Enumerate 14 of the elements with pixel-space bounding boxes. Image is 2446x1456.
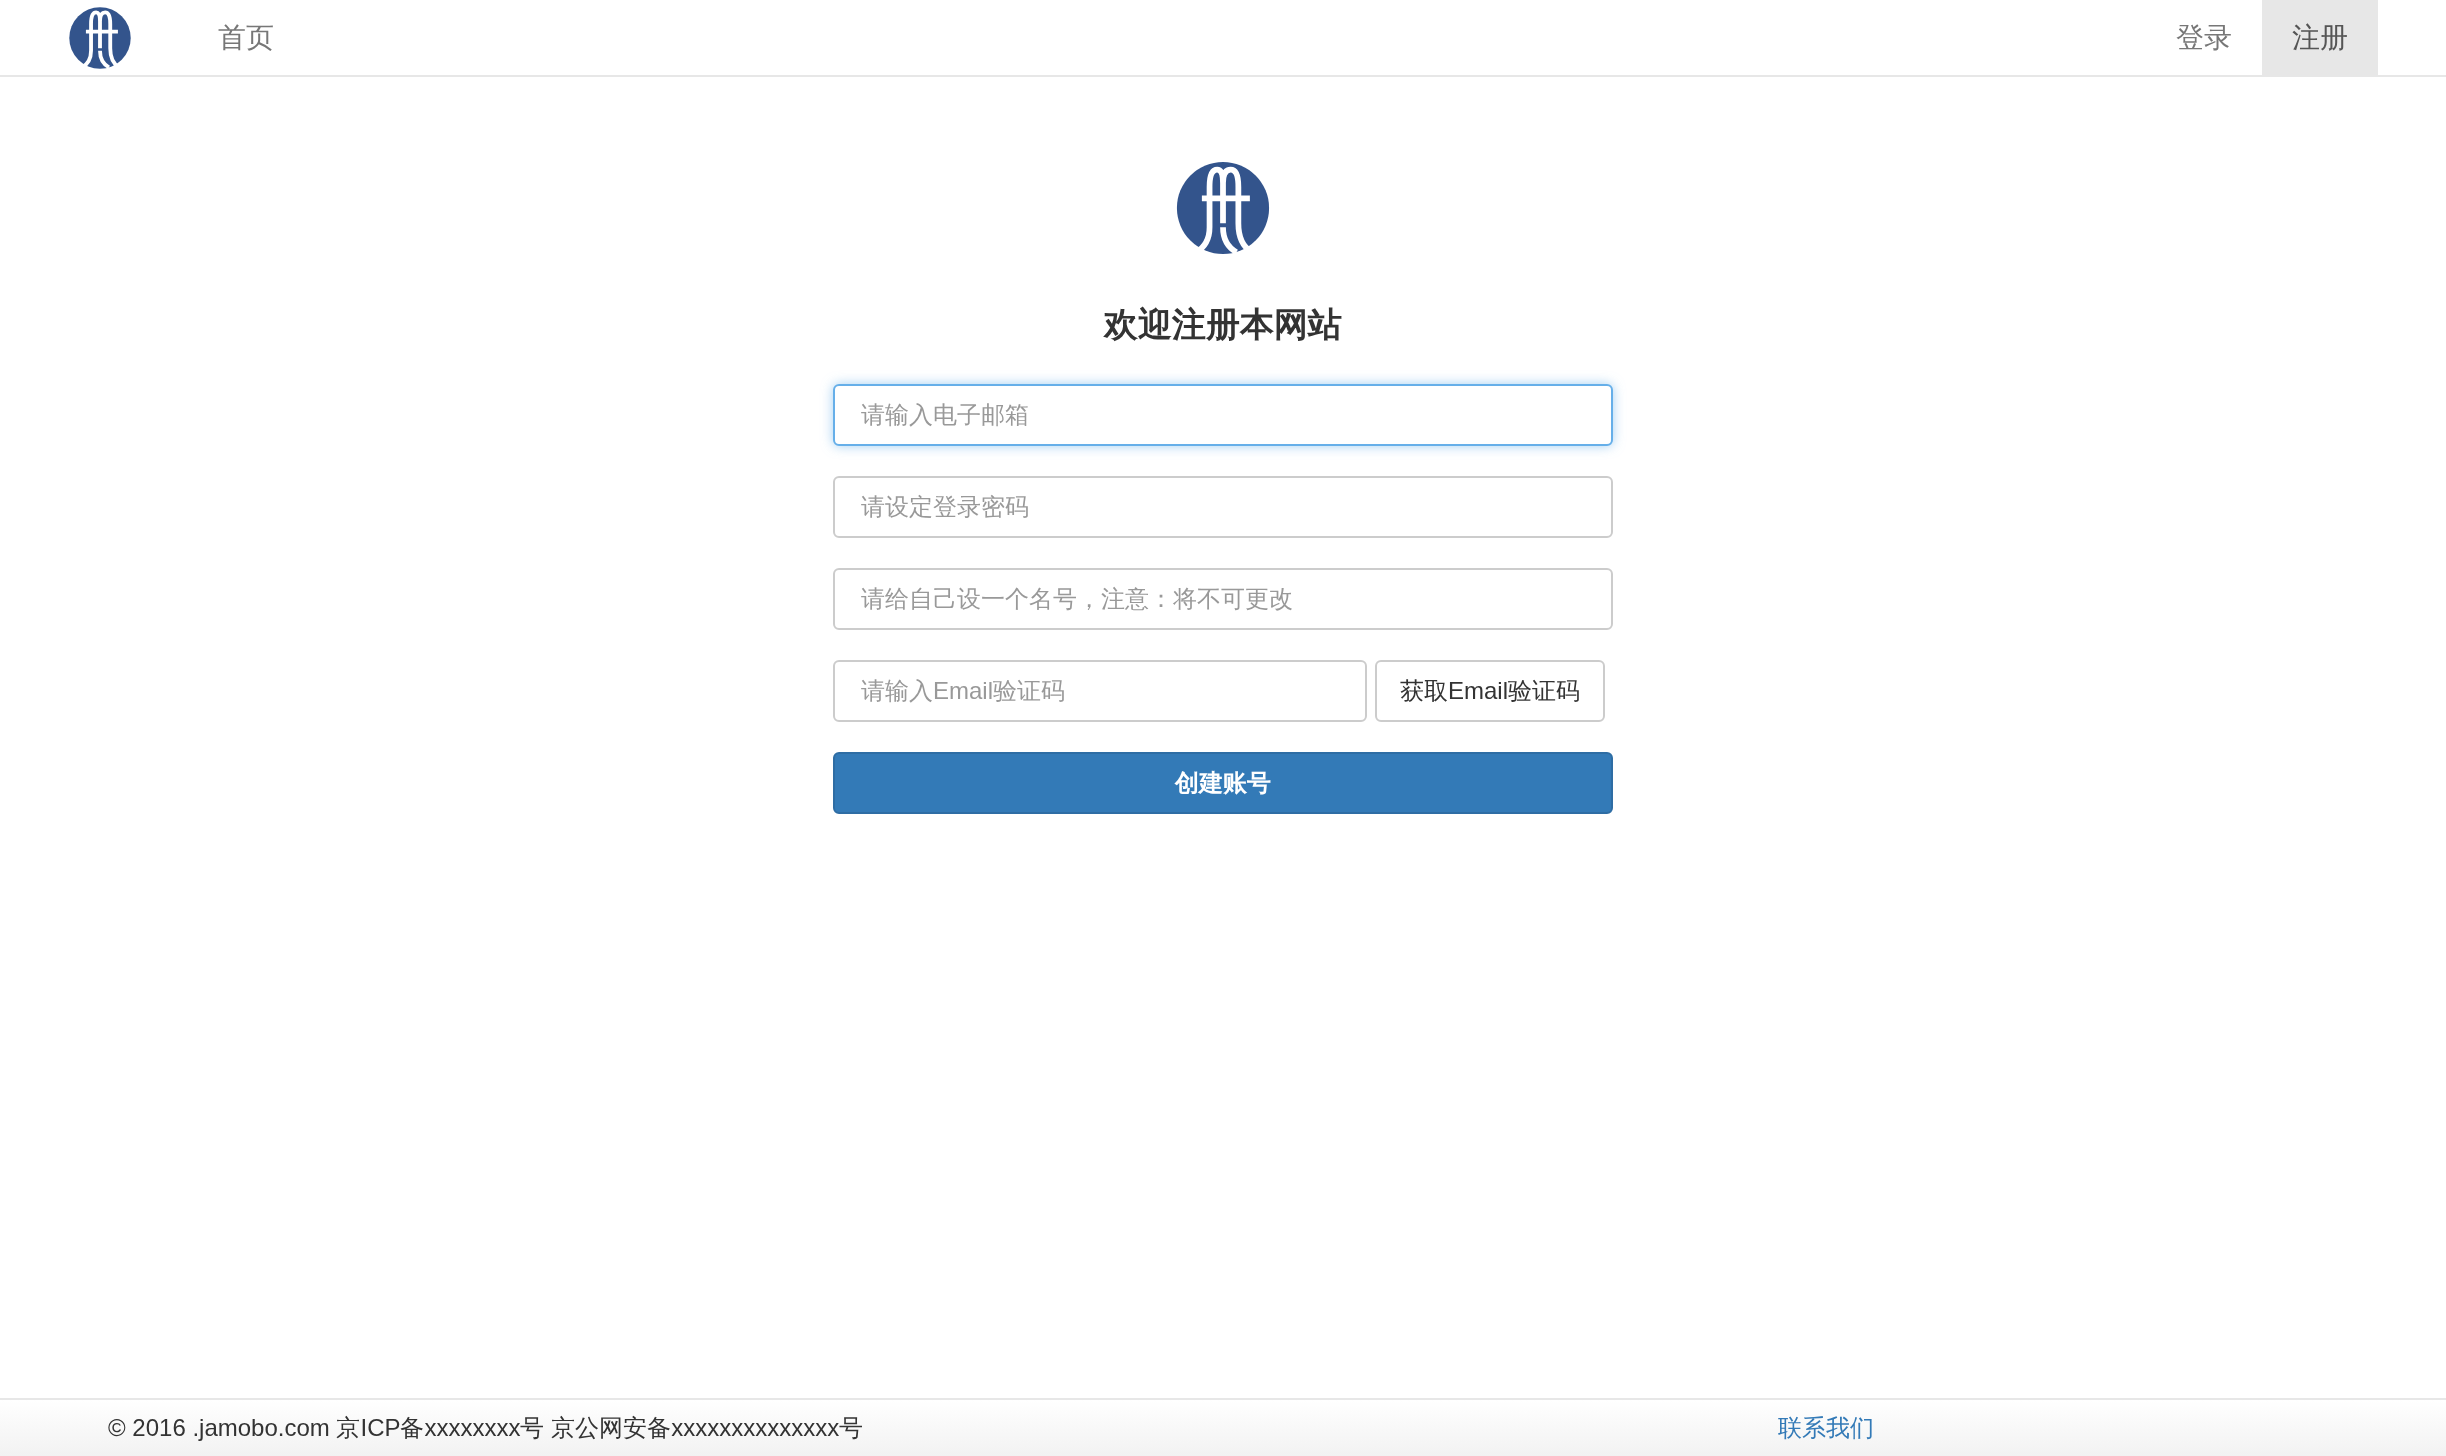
nav-link[interactable]: 首页 [188, 0, 304, 75]
nav-link[interactable]: 登录 [2146, 0, 2262, 75]
copyright-text: © 2016 .jamobo.com 京ICP备xxxxxxxx号 京公网安备xxxxxxxxxxxxxx号 [108, 1413, 864, 1443]
input-field[interactable]: 请输入Email验证码 [833, 660, 1367, 722]
nav-link[interactable]: 注册 [2262, 0, 2378, 75]
logo-icon [1175, 160, 1271, 256]
page-title: 欢迎注册本网站 [1104, 304, 1342, 345]
contact-link[interactable]: 联系我们 [1778, 1412, 1874, 1444]
input-field[interactable]: 请给自己设一个名号，注意：将不可更改 [833, 568, 1613, 630]
submit-button[interactable]: 创建账号 [833, 752, 1613, 814]
input-field[interactable]: 请设定登录密码 [833, 476, 1613, 538]
logo-icon[interactable] [68, 5, 132, 70]
input-field[interactable]: 请输入电子邮箱 [833, 384, 1613, 446]
get-code-button[interactable]: 获取Email验证码 [1375, 660, 1605, 722]
